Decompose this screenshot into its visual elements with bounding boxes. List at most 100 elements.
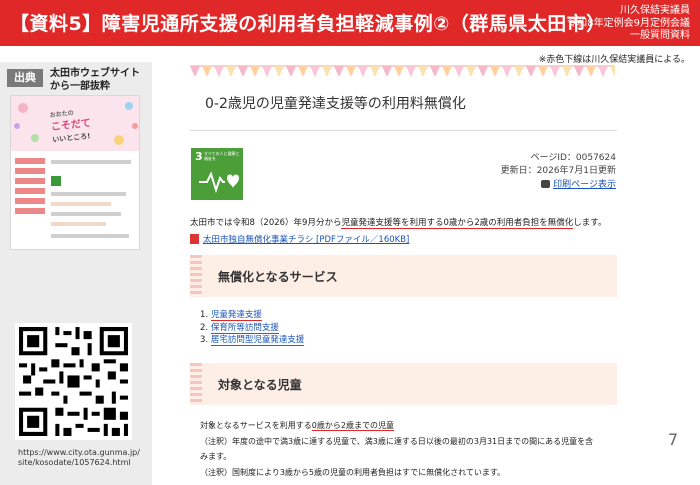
- bunting-flag: [574, 66, 584, 77]
- eligible-underlined-text: 0歳から2歳までの児童: [311, 421, 394, 431]
- section-header-services: 無償化となるサービス: [190, 255, 617, 297]
- sdg-goal3-icon: 3 すべての人に健康と福祉を: [191, 148, 243, 200]
- bunting-flag: [598, 66, 608, 77]
- pdf-flyer-link[interactable]: 太田市独自無償化事業チラシ [PDFファイル／160KB]: [190, 233, 409, 245]
- bunting-flag: [382, 66, 392, 77]
- note-text: （注釈）国制度により3歳から5歳の児童の利用者負担はすでに無償化されています。: [200, 468, 506, 477]
- list-number: 2.: [200, 322, 209, 333]
- thumbnail-text-line: [51, 212, 121, 216]
- slide-header: 【資料5】障害児通所支援の利用者負担軽減事例②（群馬県太田市） 川久保結実議員 …: [0, 0, 700, 46]
- section-title: 無償化となるサービス: [218, 270, 338, 284]
- bunting-flag: [490, 66, 500, 77]
- thumbnail-text-line: [51, 222, 106, 226]
- bunting-flag: [562, 66, 572, 77]
- list-item: 3. 居宅訪問型児童発達支援: [200, 334, 305, 347]
- thumbnail-nav-bar: [15, 198, 45, 204]
- list-item: 1. 児童発達支援: [200, 309, 304, 322]
- bunting-flag: [478, 66, 488, 77]
- page-title: 0-2歳児の児童発達支援等の利用料無償化: [205, 96, 466, 112]
- thumbnail-nav-bar: [15, 168, 45, 174]
- bunting-flag: [298, 66, 308, 77]
- bunting-flag: [202, 66, 212, 77]
- section-accent: [190, 363, 202, 405]
- bunting-flag: [358, 66, 368, 77]
- meta-line: 一般質問資料: [630, 30, 690, 41]
- website-thumbnail: おおたの こそだて いいところ!: [10, 95, 140, 250]
- list-number: 1.: [200, 310, 209, 320]
- intro-paragraph: 太田市では令和8（2026）年9月分から児童発達支援等を利用する0歳から2歳の利…: [190, 216, 606, 229]
- intro-text: 太田市では令和8（2026）年9月分から: [190, 218, 342, 228]
- bunting-flag: [274, 66, 284, 77]
- bunting-flag: [238, 66, 248, 77]
- thumbnail-nav-bar: [15, 158, 45, 164]
- bunting-flag: [502, 66, 512, 77]
- bunting-flag: [310, 66, 320, 77]
- source-text-line: から一部抜粋: [50, 81, 110, 92]
- bunting-flag: [610, 66, 620, 77]
- list-number: 3.: [200, 335, 209, 345]
- bunting-flag: [226, 66, 236, 77]
- source-url[interactable]: https://www.city.ota.gunma.jp/site/kosod…: [18, 448, 143, 468]
- bunting-flag: [538, 66, 548, 77]
- bunting-flag: [262, 66, 272, 77]
- bunting-flag: [370, 66, 380, 77]
- bunting-flag: [466, 66, 476, 77]
- source-badge: 出典: [7, 69, 43, 87]
- page-id: ページID：0057624: [530, 153, 617, 163]
- bunting-flag: [430, 66, 440, 77]
- eligible-text-part: 対象となるサービスを利用する: [200, 421, 312, 430]
- section-accent: [190, 255, 202, 297]
- page-meta: ページID：0057624 更新日：2026年7月1日更新: [501, 152, 616, 178]
- thumbnail-banner-text: おおたの こそだて いいところ!: [49, 106, 93, 146]
- bunting-flag: [526, 66, 536, 77]
- intro-underlined-text: 児童発達支援等を利用する0歳から2歳の利用者負担を無償化: [341, 218, 574, 229]
- source-text-line: 太田市ウェブサイト: [50, 68, 140, 79]
- service-list: 1. 児童発達支援 2. 保育所等訪問支援 3. 居宅訪問型児童発達支援: [200, 309, 305, 347]
- service-link[interactable]: 居宅訪問型児童発達支援: [210, 335, 305, 346]
- source-text: 太田市ウェブサイト から一部抜粋: [50, 67, 140, 93]
- qr-code-graphic: [15, 323, 132, 440]
- eligible-text: 対象となるサービスを利用する0歳から2歳までの児童: [200, 420, 394, 431]
- thumbnail-text-line: [51, 192, 126, 196]
- thumbnail-nav-bar: [15, 188, 45, 194]
- bunting-flag: [394, 66, 404, 77]
- printer-icon: [541, 180, 551, 188]
- thumbnail-sdg-icon: [51, 176, 61, 186]
- thumbnail-text-line: [51, 202, 111, 206]
- meta-line: 令和8年定例会9月定例会議: [567, 17, 690, 29]
- bunting-decoration-icon: [190, 64, 620, 78]
- bunting-flag: [250, 66, 260, 77]
- meta-line: 川久保結実議員: [620, 5, 690, 16]
- service-link[interactable]: 児童発達支援: [210, 310, 262, 321]
- note-text: （注釈）年度の途中で満3歳に達する児童で、満3歳に達する日以後の最初の3月31日…: [200, 437, 594, 446]
- bunting-flag: [346, 66, 356, 77]
- bunting-flag: [418, 66, 428, 77]
- print-page-link[interactable]: 印刷ページ表示: [541, 177, 616, 190]
- bunting-flag: [334, 66, 344, 77]
- thumbnail-text-line: [51, 234, 129, 238]
- bunting-flag: [406, 66, 416, 77]
- bunting-flag: [514, 66, 524, 77]
- bunting-flag: [586, 66, 596, 77]
- bunting-flag: [322, 66, 332, 77]
- divider: [190, 130, 617, 131]
- thumbnail-text-line: [51, 160, 131, 164]
- print-link-label: 印刷ページ表示: [553, 180, 616, 190]
- bunting-flag: [550, 66, 560, 77]
- bunting-graphic: [190, 65, 620, 77]
- qr-code-icon: [15, 323, 132, 440]
- bunting-flag: [442, 66, 452, 77]
- list-item: 2. 保育所等訪問支援: [200, 322, 304, 335]
- section-header-eligible: 対象となる児童: [190, 363, 617, 405]
- slide-number: 7: [667, 430, 678, 449]
- presenter-meta: 川久保結実議員 令和8年定例会9月定例会議 一般質問資料: [567, 5, 690, 43]
- slide-title: 【資料5】障害児通所支援の利用者負担軽減事例②（群馬県太田市）: [10, 13, 606, 35]
- bunting-flag: [190, 66, 200, 77]
- bunting-flag: [454, 66, 464, 77]
- heartbeat-icon: [199, 171, 239, 194]
- pdf-link-label: 太田市独自無償化事業チラシ [PDFファイル／160KB]: [203, 235, 410, 245]
- service-link[interactable]: 保育所等訪問支援: [210, 322, 279, 334]
- section-title: 対象となる児童: [218, 378, 302, 392]
- note-text: みます。: [200, 452, 232, 461]
- bunting-flag: [286, 66, 296, 77]
